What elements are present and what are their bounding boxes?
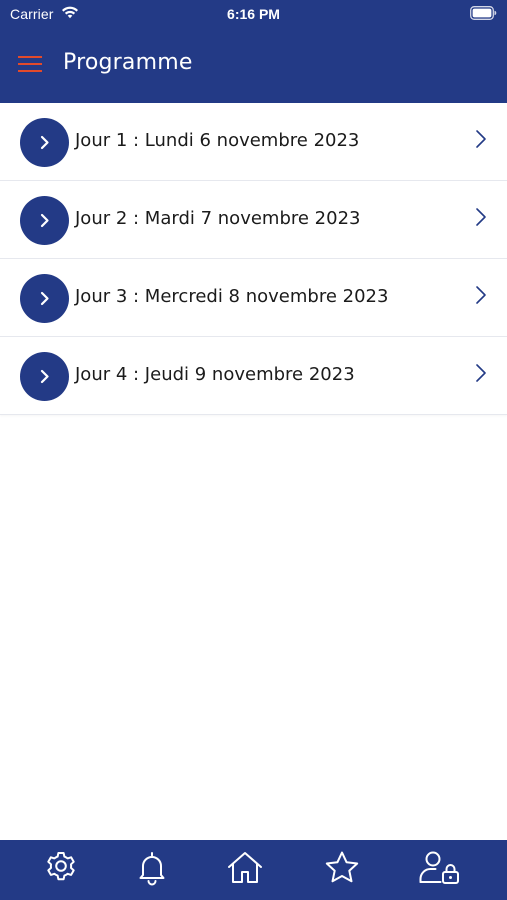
account-lock-icon bbox=[419, 851, 459, 884]
status-time: 6:16 PM bbox=[227, 6, 280, 22]
nav-bar: Programme bbox=[0, 38, 507, 90]
day-label: Jour 3 : Mercredi 8 novembre 2023 bbox=[75, 286, 389, 307]
list-item-day-2[interactable]: Jour 2 : Mardi 7 novembre 2023 bbox=[0, 181, 507, 259]
expand-circle-button[interactable] bbox=[20, 274, 69, 323]
battery-icon bbox=[470, 6, 497, 20]
bottom-tab-bar bbox=[0, 840, 507, 900]
disclosure-chevron-icon bbox=[476, 286, 486, 304]
day-label: Jour 2 : Mardi 7 novembre 2023 bbox=[75, 208, 361, 229]
page-title: Programme bbox=[63, 50, 193, 75]
tab-settings[interactable] bbox=[41, 848, 81, 888]
settings-gear-icon bbox=[47, 852, 75, 881]
disclosure-chevron-icon bbox=[476, 364, 486, 382]
status-bar: Carrier 6:16 PM bbox=[0, 0, 507, 28]
favorites-star-icon bbox=[325, 851, 359, 883]
tab-home[interactable] bbox=[225, 848, 265, 888]
tab-account[interactable] bbox=[418, 848, 459, 888]
home-icon bbox=[228, 852, 262, 883]
list-item-day-1[interactable]: Jour 1 : Lundi 6 novembre 2023 bbox=[0, 103, 507, 181]
day-label: Jour 1 : Lundi 6 novembre 2023 bbox=[75, 130, 360, 151]
program-day-list: Jour 1 : Lundi 6 novembre 2023 Jour 2 : … bbox=[0, 103, 507, 415]
chevron-right-icon bbox=[40, 369, 49, 384]
day-label: Jour 4 : Jeudi 9 novembre 2023 bbox=[75, 364, 355, 385]
chevron-right-icon bbox=[40, 213, 49, 228]
expand-circle-button[interactable] bbox=[20, 196, 69, 245]
expand-circle-button[interactable] bbox=[20, 118, 69, 167]
disclosure-chevron-icon bbox=[476, 208, 486, 226]
tab-favorites[interactable] bbox=[322, 848, 362, 888]
chevron-right-icon bbox=[40, 135, 49, 150]
expand-circle-button[interactable] bbox=[20, 352, 69, 401]
disclosure-chevron-icon bbox=[476, 130, 486, 148]
screen: Carrier 6:16 PM Programme Jour 1: Lundi… bbox=[0, 0, 507, 900]
tab-notifications[interactable] bbox=[132, 848, 172, 888]
hamburger-menu-icon[interactable] bbox=[18, 54, 42, 74]
list-item-day-3[interactable]: Jour 3 : Mercredi 8 novembre 2023 bbox=[0, 259, 507, 337]
chevron-right-icon bbox=[40, 291, 49, 306]
notifications-bell-icon bbox=[139, 852, 165, 886]
header: Carrier 6:16 PM Programme bbox=[0, 0, 507, 103]
list-item-day-4[interactable]: Jour 4 : Jeudi 9 novembre 2023 bbox=[0, 337, 507, 415]
